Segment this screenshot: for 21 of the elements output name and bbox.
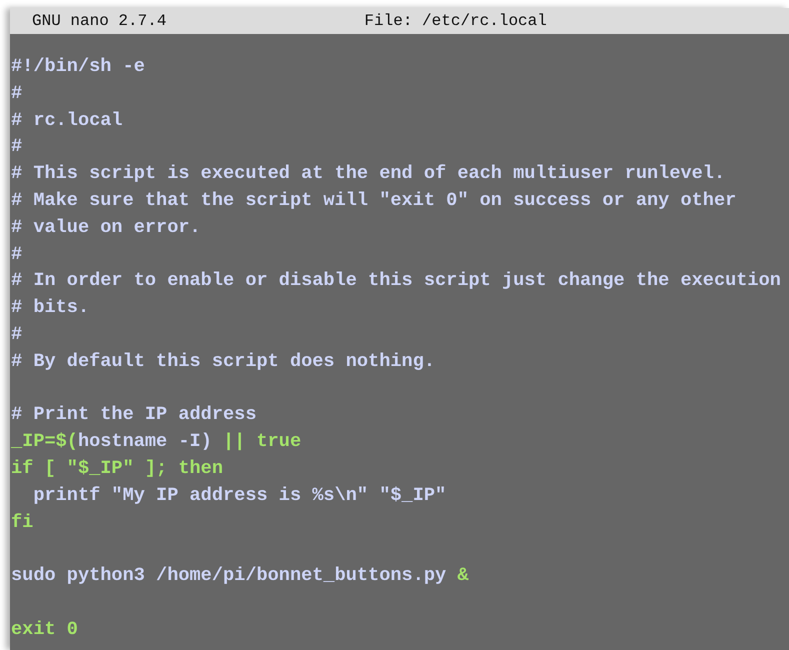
code-line: sudo python3 /home/pi/bonnet_buttons.py & <box>11 564 468 588</box>
code-line: # bits. <box>11 296 90 320</box>
code-line: fi <box>11 510 34 535</box>
file-name: File: /etc/rc.local <box>364 11 547 32</box>
code-line: if [ "$_IP" ]; then <box>11 456 224 481</box>
code-line: _IP=$(hostname -I) || true <box>11 430 302 454</box>
code-line: # Print the IP address <box>11 403 256 428</box>
code-line: #!/bin/sh -e <box>11 55 145 79</box>
code-line: exit 0 <box>11 618 78 642</box>
code-line: # value on error. <box>11 216 201 240</box>
code-line: # <box>11 322 22 347</box>
code-line: # This script is executed at the end of each multiuser runlevel. <box>11 162 726 186</box>
code-line: # rc.local <box>11 108 123 133</box>
code-line: printf "My IP address is %s\n" "$_IP" <box>32 484 446 508</box>
code-line: # <box>11 82 22 106</box>
code-line: # In order to enable or disable this script just change the execution <box>11 269 781 294</box>
code-line: # By default this script does nothing. <box>11 350 436 374</box>
program-version: GNU nano 2.7.4 <box>32 11 166 32</box>
code-line: # Make sure that the script will "exit 0" on success or any other <box>11 188 736 213</box>
code-line: # <box>11 242 22 267</box>
code-line: # <box>11 135 22 160</box>
